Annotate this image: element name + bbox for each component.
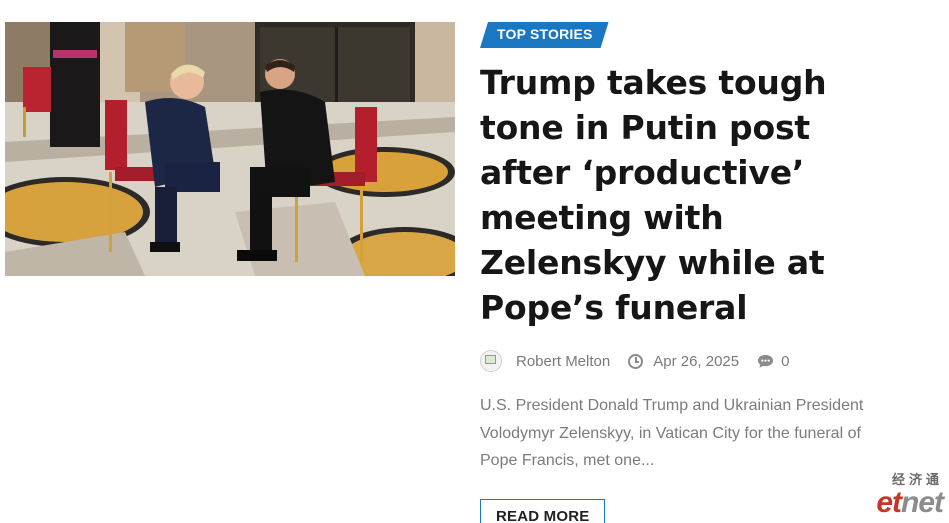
article-image[interactable] — [5, 22, 455, 276]
author-avatar-icon[interactable] — [480, 350, 502, 372]
etnet-logo: etnet — [861, 486, 944, 519]
etnet-watermark: 经济通 etnet — [861, 473, 944, 519]
article-photo — [5, 22, 455, 276]
comment-count[interactable]: 0 — [781, 353, 789, 370]
clock-icon — [628, 353, 644, 369]
publish-date[interactable]: Apr 26, 2025 — [653, 353, 739, 370]
category-badge[interactable]: TOP STORIES — [480, 22, 609, 48]
read-more-button[interactable]: READ MORE — [480, 498, 606, 523]
article-meta: Robert Melton Apr 26, 2025 0 — [480, 350, 900, 372]
logo-net: net — [901, 486, 944, 519]
article-title[interactable]: Trump takes tough tone in Putin post aft… — [480, 60, 900, 330]
article-excerpt: U.S. President Donald Trump and Ukrainia… — [480, 397, 864, 469]
logo-et: et — [876, 486, 902, 519]
comment-icon — [758, 354, 774, 368]
article-card: TOP STORIES Trump takes tough tone in Pu… — [480, 22, 900, 523]
author-name[interactable]: Robert Melton — [516, 353, 610, 370]
